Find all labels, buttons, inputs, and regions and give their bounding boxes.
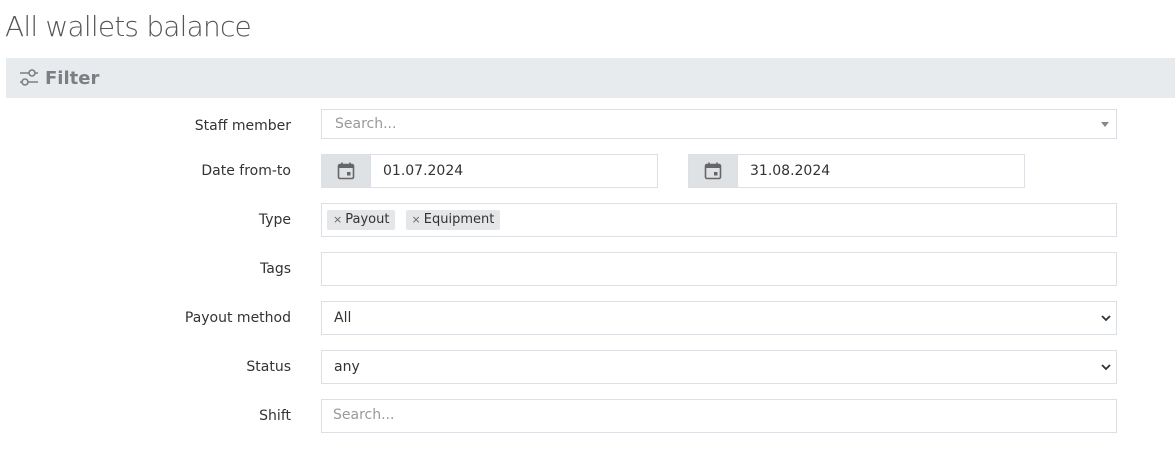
staff-member-select[interactable]: Search... [321,109,1117,139]
type-row: Type × Payout × Equipment [0,203,1175,237]
tags-input[interactable] [321,252,1117,286]
calendar-icon[interactable] [689,155,738,187]
type-tag-payout: × Payout [327,210,396,230]
filter-header[interactable]: Filter [6,58,1175,98]
date-to-input[interactable]: 31.08.2024 [738,155,830,187]
type-label: Type [258,212,291,228]
shift-input[interactable]: Search... [321,399,1117,433]
tags-row: Tags [0,252,1175,286]
filter-title: Filter [45,67,100,89]
page-title: All wallets balance [5,10,252,43]
status-select[interactable]: any [321,350,1117,384]
date-range-row: Date from-to 01.07.2024 31.08.2024 [0,154,1175,188]
type-tag-equipment: × Equipment [405,210,501,230]
date-range-label: Date from-to [201,163,291,179]
tags-label: Tags [260,261,291,277]
payout-method-row: Payout method All [0,301,1175,335]
staff-member-label: Staff member [194,118,291,134]
shift-placeholder: Search... [333,407,395,423]
date-from-input[interactable]: 01.07.2024 [371,155,463,187]
payout-method-value: All [334,310,352,326]
type-multiselect[interactable]: × Payout × Equipment [321,203,1117,237]
tag-label: Equipment [423,212,495,227]
staff-member-placeholder: Search... [335,116,397,132]
calendar-icon[interactable] [322,155,371,187]
sliders-icon [18,67,40,89]
staff-member-row: Staff member Search... [0,109,1175,139]
shift-row: Shift Search... [0,399,1175,433]
date-from-group: 01.07.2024 [321,154,658,188]
chevron-down-icon [1101,315,1111,322]
date-to-group: 31.08.2024 [688,154,1025,188]
payout-method-label: Payout method [184,310,291,326]
payout-method-select[interactable]: All [321,301,1117,335]
remove-tag-icon[interactable]: × [333,213,342,226]
caret-down-icon [1101,122,1109,127]
shift-label: Shift [259,408,291,424]
chevron-down-icon [1101,364,1111,371]
status-label: Status [246,359,291,375]
tag-label: Payout [345,212,390,227]
remove-tag-icon[interactable]: × [412,213,421,226]
status-row: Status any [0,350,1175,384]
status-value: any [334,359,360,375]
